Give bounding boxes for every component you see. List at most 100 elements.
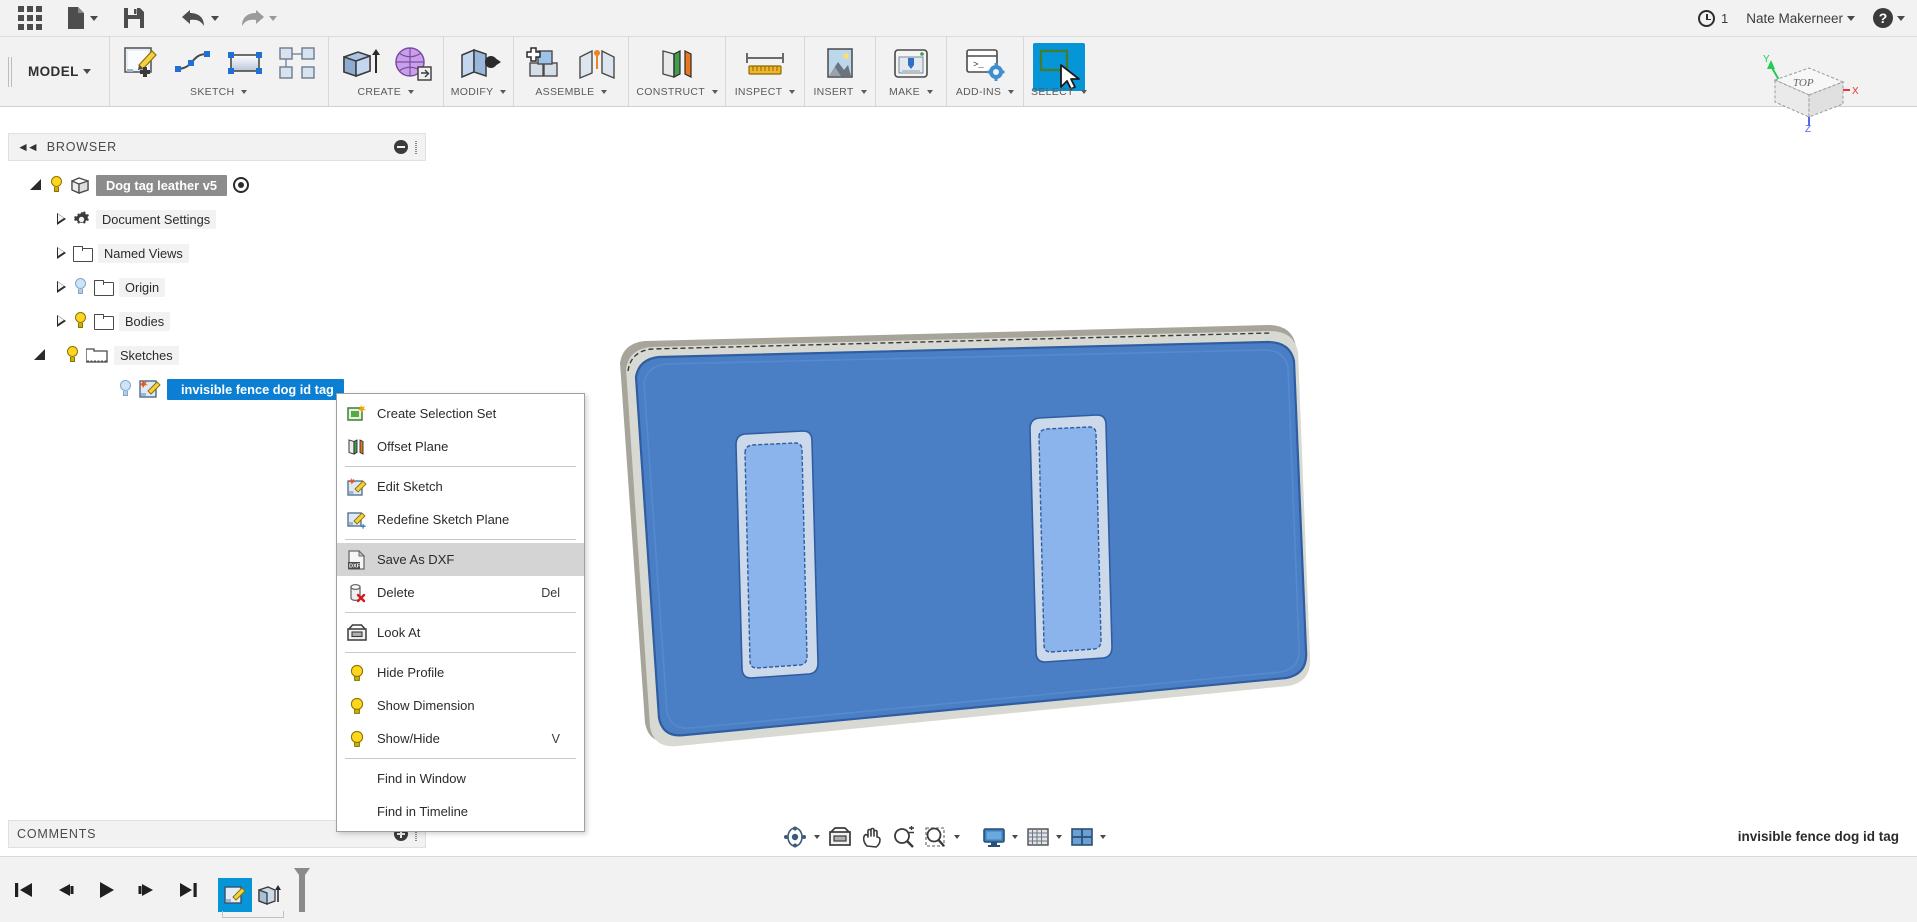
expand-triangle-icon[interactable] [56,212,67,226]
file-button[interactable] [56,2,108,34]
grid-icon [18,6,42,30]
tree-item-origin[interactable]: Origin [8,270,426,304]
job-status-button[interactable]: 1 [1697,9,1728,27]
context-menu-item-redefine-sketch-plane[interactable]: Redefine Sketch Plane [337,503,584,536]
tool-new-component[interactable] [521,43,569,85]
panel-label-modify[interactable]: MODIFY [451,86,507,98]
workspace-selector[interactable]: MODEL [16,37,110,106]
undo-button[interactable] [174,2,226,34]
tool-measure[interactable] [733,43,797,85]
nav-pan-button[interactable] [857,823,887,851]
circle-minus-icon[interactable] [394,140,408,154]
nav-display-settings-button[interactable] [979,823,1021,851]
expand-triangle-icon[interactable] [56,314,67,328]
ribbon-grip[interactable] [0,37,16,106]
timeline-feature-extrude[interactable] [252,878,286,912]
expand-triangle-icon[interactable] [56,280,67,294]
context-menu-item-look-at[interactable]: Look At [337,616,584,649]
offset-plane-icon [662,50,692,78]
panel-label-text: INSPECT [734,86,783,98]
tool-spline[interactable] [169,43,217,85]
expand-triangle-icon[interactable] [56,246,67,260]
chevron-down-icon [860,90,867,94]
panel-label-insert[interactable]: INSERT [813,86,867,98]
panel-label-assemble[interactable]: ASSEMBLE [535,86,608,98]
timeline-step-back-button[interactable] [51,875,79,905]
help-menu[interactable]: ? [1873,8,1905,28]
tool-select[interactable] [1032,43,1085,91]
tree-item-document-settings[interactable]: Document Settings [8,202,426,236]
pan-hand-icon [862,827,881,848]
panel-label-create[interactable]: CREATE [357,86,415,98]
context-menu-separator [345,466,576,467]
context-menu-item-show-dimension[interactable]: Show Dimension [337,689,584,722]
expand-triangle-icon[interactable] [34,348,47,362]
3d-viewport[interactable] [430,133,1917,823]
timeline-jump-to-beginning-button[interactable] [10,875,38,905]
context-menu-item-save-as-dxf[interactable]: DXF Save As DXF [337,543,584,576]
panel-resize-grip[interactable] [415,140,417,154]
save-button[interactable] [114,2,154,34]
tool-create-sketch[interactable] [117,43,165,85]
timeline-marker[interactable] [292,867,312,912]
nav-grid-snaps-button[interactable] [1023,823,1065,851]
timeline-feature-sketch[interactable] [218,877,252,912]
timeline-jump-to-end-button[interactable] [174,875,202,905]
double-left-arrow-icon[interactable]: ◄◄ [17,140,39,154]
tool-press-pull[interactable] [452,43,506,85]
expand-triangle-icon[interactable] [30,178,43,192]
timeline-play-button[interactable] [92,875,120,905]
tool-create-form[interactable] [388,43,436,85]
nav-look-at-button[interactable] [825,823,855,851]
context-menu-item-find-in-timeline[interactable]: Find in Timeline [337,795,584,828]
view-cube[interactable]: Y X Z TOP [1753,50,1865,135]
redo-button[interactable] [232,2,284,34]
tool-extrude[interactable] [336,43,384,85]
context-menu-item-create-selection-set[interactable]: Create Selection Set [337,397,584,430]
tree-item-bodies[interactable]: Bodies [8,304,426,338]
context-menu-item-hide-profile[interactable]: Hide Profile [337,656,584,689]
tool-offset-plane[interactable] [648,43,706,85]
nav-zoom-button[interactable] [889,823,919,851]
context-menu-item-edit-sketch[interactable]: Edit Sketch [337,470,584,503]
context-menu-item-accelerator: V [551,731,560,746]
lightbulb-icon[interactable] [73,278,88,296]
tree-item-root-document[interactable]: Dog tag leather v5 [8,168,426,202]
tool-scripts-addins[interactable]: >_ [954,43,1016,85]
context-menu-item-delete[interactable]: Delete Del [337,576,584,609]
tool-sketch-pattern[interactable] [273,43,321,85]
lightbulb-icon[interactable] [65,346,80,364]
activate-component-icon[interactable] [232,177,249,193]
panel-label-sketch[interactable]: SKETCH [190,86,248,98]
chevron-down-icon [1008,90,1015,94]
context-menu-item-find-in-window[interactable]: Find in Window [337,762,584,795]
browser-header: ◄◄ BROWSER [8,133,426,161]
lightbulb-icon[interactable] [49,176,64,194]
tool-joint[interactable] [573,43,621,85]
lightbulb-icon[interactable] [73,312,88,330]
context-menu-item-label: Look At [377,625,421,640]
context-menu-item-show-hide[interactable]: Show/Hide V [337,722,584,755]
user-menu[interactable]: Nate Makerneer [1746,11,1855,26]
script-console-icon: >_ [966,49,1005,81]
tool-insert-canvas[interactable] [812,43,868,85]
context-menu-item-offset-plane[interactable]: Offset Plane [337,430,584,463]
panel-label-construct[interactable]: CONSTRUCT [636,86,719,98]
spline-icon [174,51,210,72]
panel-label-inspect[interactable]: INSPECT [735,86,796,98]
tree-item-named-views[interactable]: Named Views [8,236,426,270]
tool-3d-print[interactable] [883,43,939,85]
nav-orbit-button[interactable] [779,823,823,851]
panel-label-select[interactable]: SELECT [1031,86,1087,98]
nav-zoom-window-button[interactable] [921,823,963,851]
lightbulb-icon[interactable] [118,380,133,398]
nav-viewports-button[interactable] [1067,823,1109,851]
panel-label-make[interactable]: MAKE [889,86,933,98]
tree-item-sketches[interactable]: Sketches [8,338,426,372]
chevron-down-icon [789,90,796,94]
panel-label-add-ins[interactable]: ADD-INS [956,86,1015,98]
timeline-features [218,867,312,918]
tool-rectangle[interactable] [221,43,269,85]
app-grid-button[interactable] [10,2,50,34]
timeline-step-forward-button[interactable] [133,875,161,905]
